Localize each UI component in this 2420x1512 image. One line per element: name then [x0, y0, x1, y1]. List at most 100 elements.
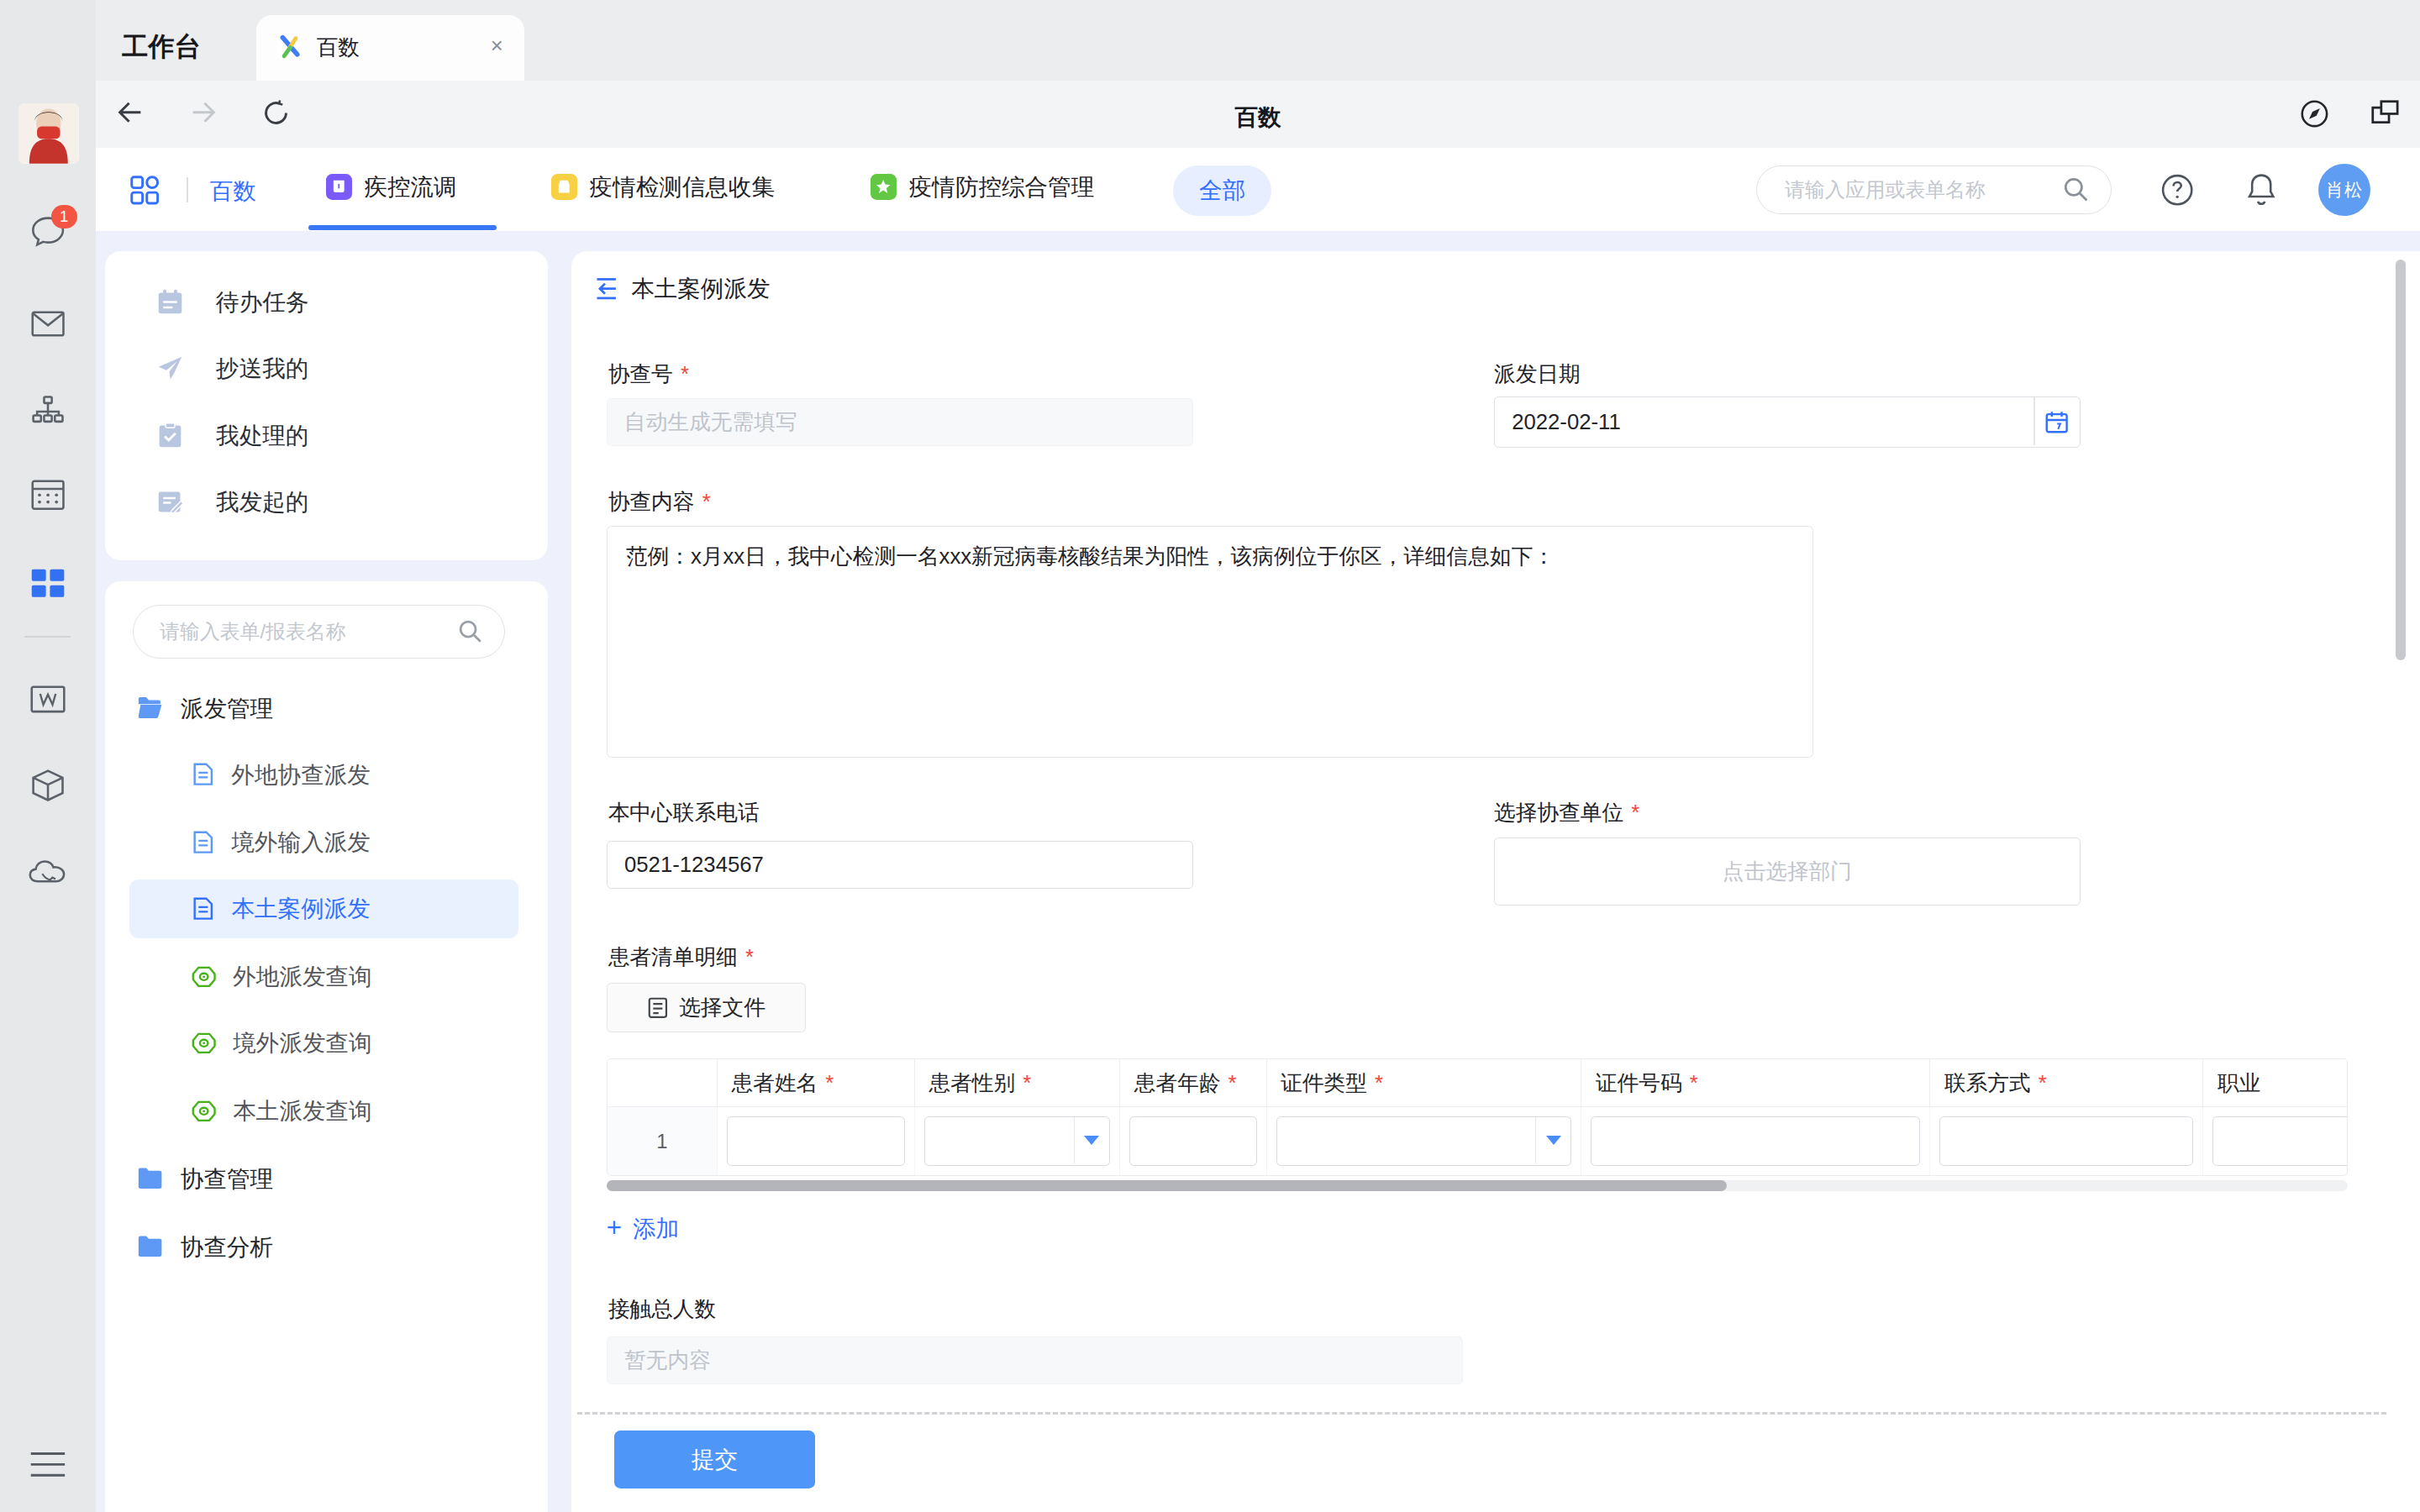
table-hscrollbar-track[interactable] — [607, 1180, 2348, 1191]
nav-tab-app1[interactable]: 疾控流调 — [326, 171, 457, 202]
tree-item-1[interactable]: 境外输入派发 — [129, 813, 518, 872]
date-divider — [2033, 397, 2035, 445]
submit-button[interactable]: 提交 — [614, 1431, 815, 1489]
calendar-icon[interactable] — [0, 474, 96, 517]
send-icon — [156, 354, 184, 382]
user-avatar-badge[interactable]: 肖松 — [2318, 164, 2370, 216]
menu-icon[interactable] — [0, 1444, 96, 1484]
file-icon — [647, 996, 669, 1020]
content-textarea[interactable]: 范例：x月xx日，我中心检测一名xxx新冠病毒核酸结果为阳性，该病例位于你区，详… — [607, 526, 1813, 758]
job-input[interactable] — [2212, 1116, 2347, 1166]
compass-icon[interactable] — [2300, 99, 2329, 134]
patients-table-row: 1 — [608, 1107, 2348, 1175]
app-nav-bar: 百数 疾控流调 疫情检测信息收集 疫情防控综合管理 全部 请输入应用或表单名称 … — [96, 148, 2420, 231]
tree-item-5[interactable]: 本土派发查询 — [129, 1082, 518, 1141]
org-icon[interactable] — [0, 389, 96, 432]
menu-item-cc[interactable]: 抄送我的 — [105, 335, 548, 402]
nav-home-label[interactable]: 百数 — [210, 176, 256, 207]
required-mark: * — [1631, 801, 1639, 824]
tree-folder-dispatch[interactable]: 派发管理 — [129, 679, 518, 738]
tree-folder-analysis[interactable]: 协查分析 — [129, 1217, 518, 1276]
apps-grid-icon[interactable] — [129, 175, 160, 212]
tab-close-icon[interactable]: × — [491, 34, 503, 58]
menu-item-initiated[interactable]: 我发起的 — [105, 469, 548, 535]
col-contact: 联系方式* — [1930, 1059, 2203, 1107]
xiechahao-input[interactable]: 自动生成无需填写 — [607, 398, 1193, 446]
doc-icon — [192, 762, 215, 786]
caret-down-icon — [1546, 1136, 1561, 1145]
page-title: 百数 — [96, 102, 2420, 133]
col-gender: 患者性别* — [914, 1059, 1119, 1107]
all-apps-pill[interactable]: 全部 — [1173, 165, 1272, 217]
tree-item-4[interactable]: 境外派发查询 — [129, 1014, 518, 1073]
field-label-phone: 本中心联系电话 — [608, 798, 760, 827]
app-search-box[interactable]: 请输入应用或表单名称 — [1756, 165, 2111, 215]
form-search-box[interactable]: 请输入表单/报表名称 — [133, 605, 505, 659]
quick-menu-card: 待办任务 抄送我的 我处理的 我发起的 — [105, 251, 548, 559]
nav-tab-app2[interactable]: 疫情检测信息收集 — [551, 171, 775, 202]
table-hscrollbar-thumb[interactable] — [607, 1180, 1727, 1191]
add-row-link[interactable]: +添加 — [607, 1213, 679, 1244]
page-vscrollbar[interactable] — [2396, 260, 2407, 661]
dropdown-zone[interactable] — [1074, 1117, 1109, 1163]
patient-gender-select[interactable] — [924, 1116, 1110, 1166]
cloud-call-icon[interactable] — [0, 848, 96, 895]
rail-divider — [24, 636, 71, 638]
contacts-input[interactable]: 暂无内容 — [607, 1336, 1463, 1384]
app1-icon — [326, 174, 352, 200]
tree-item-0[interactable]: 外地协查派发 — [129, 745, 518, 804]
field-label-contacts: 接触总人数 — [608, 1294, 717, 1324]
notification-bell-icon[interactable] — [2244, 171, 2278, 213]
workbench-icon[interactable] — [0, 560, 96, 606]
tree-folder-xiecha[interactable]: 协查管理 — [129, 1149, 518, 1208]
id-type-select[interactable] — [1276, 1116, 1572, 1166]
field-label-unit: 选择协查单位* — [1494, 798, 1639, 827]
w-doc-icon[interactable] — [0, 675, 96, 722]
app-search-placeholder: 请输入应用或表单名称 — [1785, 176, 2062, 203]
browser-toolbar: 百数 — [96, 81, 2420, 149]
folder-icon — [137, 1167, 163, 1190]
cube-icon[interactable] — [0, 762, 96, 808]
col-idtype: 证件类型* — [1266, 1059, 1581, 1107]
mail-icon[interactable] — [0, 302, 96, 345]
query-eye-icon — [192, 1100, 216, 1122]
tree-item-2-selected[interactable]: 本土案例派发 — [129, 879, 518, 938]
folder-open-icon — [137, 696, 163, 720]
workspace-title: 工作台 — [122, 29, 201, 65]
contact-input[interactable] — [1939, 1116, 2193, 1166]
field-label-xiechahao: 协查号* — [608, 360, 689, 389]
chat-unread-badge: 1 — [51, 205, 77, 228]
patients-table: 患者姓名* 患者性别* 患者年龄* 证件类型* 证件号码* 联系方式* 职业 1 — [607, 1058, 2348, 1176]
required-mark: * — [745, 945, 754, 969]
dropdown-zone[interactable] — [1535, 1117, 1570, 1163]
browser-tab[interactable]: 百数 × — [256, 15, 525, 80]
patients-table-header-row: 患者姓名* 患者性别* 患者年龄* 证件类型* 证件号码* 联系方式* 职业 — [608, 1059, 2348, 1107]
back-icon[interactable] — [594, 276, 618, 301]
app-window: 1 工作台 百数 × — [0, 0, 2420, 1512]
windows-icon[interactable] — [2370, 99, 2400, 131]
active-tab-underline — [308, 225, 497, 230]
date-input[interactable]: 2022-02-11 — [1494, 396, 2081, 448]
help-icon[interactable] — [2160, 173, 2194, 213]
patient-age-input[interactable] — [1129, 1116, 1256, 1166]
tab-title: 百数 — [317, 33, 360, 62]
date-calendar-icon[interactable] — [2044, 410, 2069, 434]
query-eye-icon — [192, 1032, 216, 1054]
patient-name-input[interactable] — [727, 1116, 905, 1166]
menu-item-todo[interactable]: 待办任务 — [105, 269, 548, 335]
nav-tab-app3[interactable]: 疫情防控综合管理 — [871, 171, 1094, 202]
form-title: 本土案例派发 — [631, 273, 770, 304]
field-label-content: 协查内容* — [608, 487, 711, 517]
required-mark: * — [681, 362, 689, 386]
menu-item-processed[interactable]: 我处理的 — [105, 402, 548, 469]
unit-select[interactable]: 点击选择部门 — [1494, 837, 2081, 906]
phone-input[interactable]: 0521-1234567 — [607, 841, 1193, 889]
col-job: 职业 — [2203, 1059, 2348, 1107]
id-number-input[interactable] — [1591, 1116, 1920, 1166]
field-label-date: 派发日期 — [1494, 360, 1581, 389]
form-search-placeholder: 请输入表单/报表名称 — [160, 618, 457, 645]
chat-icon[interactable] — [0, 205, 96, 257]
tree-item-3[interactable]: 外地派发查询 — [129, 948, 518, 1006]
choose-file-button[interactable]: 选择文件 — [607, 983, 806, 1032]
user-avatar[interactable] — [18, 103, 79, 164]
